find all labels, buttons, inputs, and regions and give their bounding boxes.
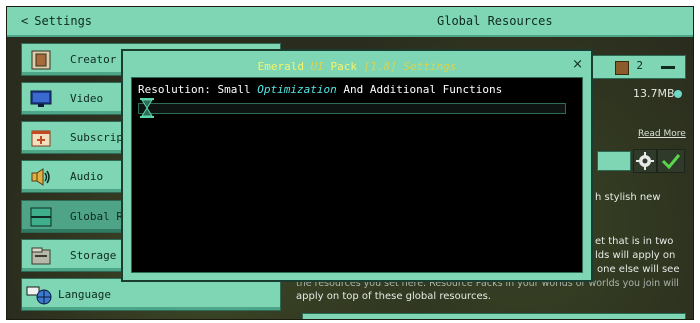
pack-settings-dialog: Emerald UI Pack [1.8] Settings × Resolut… (121, 49, 593, 282)
collapse-icon[interactable] (661, 66, 675, 69)
pack-icon (615, 61, 629, 75)
resolution-prefix: Resolution: Small (138, 83, 251, 96)
dialog-content: Resolution: Small Optimization And Addit… (131, 77, 583, 273)
pack-action-field[interactable] (597, 151, 631, 171)
sidebar-item-label: Creator (70, 53, 117, 66)
sidebar-item-label: Audio (70, 170, 104, 183)
dialog-title: Emerald UI Pack [1.8] Settings (123, 60, 591, 73)
dialog-title-part: [1.8] Settings (363, 60, 457, 73)
description-line: apply on top of these global resources. (296, 291, 491, 302)
sidebar-item-label: Subscrip (70, 131, 123, 144)
global-resources-icon (30, 207, 52, 227)
status-dot (674, 90, 682, 98)
resolution-setting: Resolution: Small Optimization And Addit… (138, 83, 502, 96)
sidebar-item-label: Language (58, 288, 111, 301)
speaker-icon (31, 168, 50, 186)
activate-button[interactable] (657, 149, 685, 173)
description-line: et that is in two (595, 236, 674, 247)
sidebar-item-language[interactable]: Language (21, 278, 281, 311)
back-label: Settings (34, 14, 93, 28)
panel-footer (302, 313, 686, 319)
monitor-icon (30, 90, 52, 107)
back-button[interactable]: < Settings (21, 14, 92, 28)
description-line: one else will see (597, 264, 680, 275)
gear-icon (636, 152, 654, 170)
subscription-icon (31, 130, 51, 147)
loading-progress-bar (138, 103, 566, 114)
close-button[interactable]: × (572, 57, 583, 72)
pack-count: 2 (636, 59, 643, 72)
language-globe-icon (26, 286, 52, 305)
sidebar-item-label: Video (70, 92, 104, 105)
app-window: < Settings Global Resources Creator Video… (6, 6, 694, 320)
description-line: lds will apply on (595, 250, 676, 261)
top-bar: < Settings Global Resources (7, 7, 693, 37)
pack-size: 13.7MB (633, 87, 675, 100)
resolution-highlight: Optimization (257, 83, 337, 96)
chevron-left-icon: < (21, 14, 29, 28)
dialog-title-part: UI (310, 60, 324, 73)
dialog-title-part: Emerald (257, 60, 304, 73)
read-more-link[interactable]: Read More (638, 129, 686, 139)
sidebar-item-label: Storage (70, 249, 117, 262)
checkmark-icon (661, 154, 681, 170)
dialog-title-part: Pack (330, 60, 358, 73)
page-title: Global Resources (437, 14, 553, 28)
storage-icon (31, 247, 51, 265)
pack-settings-button[interactable] (633, 149, 657, 173)
sidebar-item-label: Global R (70, 210, 123, 223)
hourglass-icon (140, 98, 154, 118)
creator-book-icon (31, 50, 51, 70)
description-line: h stylish new (595, 192, 661, 203)
resolution-suffix: And Additional Functions (343, 83, 503, 96)
